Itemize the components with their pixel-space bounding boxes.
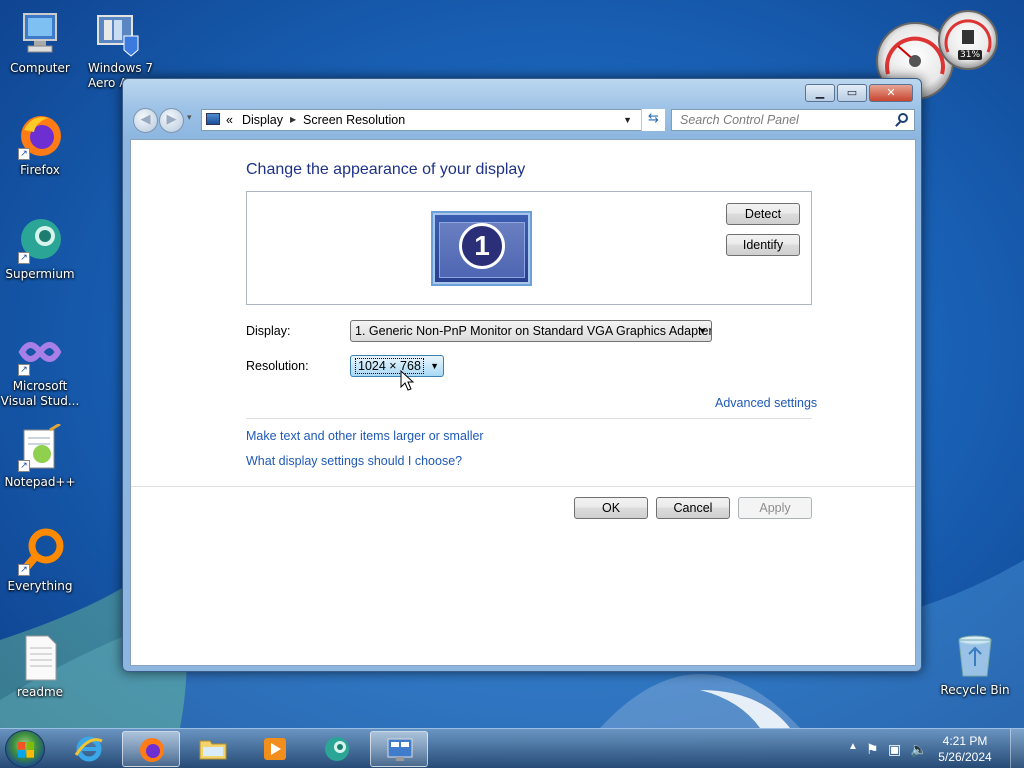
- apply-button[interactable]: Apply: [738, 497, 812, 519]
- navigation-bar: ◀ ▶ ▾ « Display ▶ Screen Resolution ▼ ⇆ …: [131, 107, 915, 133]
- computer-icon: [16, 10, 64, 58]
- desktop-icon-everything[interactable]: ↗ Everything: [0, 528, 80, 594]
- media-player-icon: [264, 738, 286, 760]
- search-icon[interactable]: [898, 113, 908, 123]
- volume-muted-icon[interactable]: 🔈: [910, 741, 927, 758]
- everything-icon: ↗: [16, 528, 64, 576]
- breadcrumb-screen-resolution[interactable]: Screen Resolution: [303, 110, 405, 130]
- show-desktop-button[interactable]: [1010, 729, 1024, 768]
- display-help-link[interactable]: What display settings should I choose?: [246, 454, 462, 468]
- supermium-icon: [325, 737, 349, 761]
- maximize-button[interactable]: ▭: [837, 84, 867, 102]
- breadcrumb-display[interactable]: Display: [242, 110, 283, 130]
- recycle-bin-icon: [951, 632, 999, 680]
- monitor-number: 1: [459, 223, 505, 269]
- desktop-icon-computer[interactable]: Computer: [0, 10, 80, 76]
- desktop-icon-label: Supermium: [5, 267, 75, 281]
- advanced-settings-link[interactable]: Advanced settings: [715, 396, 817, 410]
- resolution-label: Resolution:: [246, 359, 309, 373]
- clock[interactable]: 4:21 PM 5/26/2024: [930, 733, 1000, 765]
- desktop-icon-firefox[interactable]: ↗ Firefox: [0, 112, 80, 178]
- cpu-meter-value: 31%: [958, 50, 983, 60]
- desktop-icon-label: Notepad++: [4, 475, 76, 489]
- desktop-icon-label: readme: [16, 685, 64, 699]
- address-bar[interactable]: « Display ▶ Screen Resolution ▼: [201, 109, 665, 131]
- address-overflow[interactable]: «: [226, 110, 233, 130]
- mouse-cursor-icon: [400, 370, 414, 391]
- desktop-icon-recycle-bin[interactable]: Recycle Bin: [935, 632, 1015, 698]
- shortcut-arrow-icon: ↗: [18, 148, 30, 160]
- cancel-button[interactable]: Cancel: [656, 497, 730, 519]
- forward-button[interactable]: ▶: [159, 108, 184, 133]
- desktop-icon-readme[interactable]: readme: [0, 634, 80, 700]
- shortcut-arrow-icon: ↗: [18, 364, 30, 376]
- text-file-icon: [16, 634, 64, 682]
- desktop-icon-label: Computer: [10, 61, 70, 75]
- back-button[interactable]: ◀: [133, 108, 158, 133]
- monitor-preview[interactable]: 1: [431, 211, 532, 286]
- ok-button[interactable]: OK: [574, 497, 648, 519]
- shortcut-arrow-icon: ↗: [18, 460, 30, 472]
- divider: [246, 418, 812, 419]
- screen-resolution-window: ▁ ▭ ✕ ◀ ▶ ▾ « Display ▶ Screen Resolutio…: [122, 78, 922, 672]
- cpu-meter-gadget[interactable]: 31%: [938, 10, 998, 70]
- windows-aero-icon: [94, 10, 142, 58]
- resolution-select[interactable]: 1024 × 768 ▼: [350, 355, 444, 377]
- desktop-icon-label: Everything: [7, 579, 73, 593]
- start-button[interactable]: [5, 730, 45, 768]
- clock-time: 4:21 PM: [942, 734, 988, 748]
- content-pane: Change the appearance of your display 1 …: [130, 139, 916, 666]
- recent-pages-dropdown[interactable]: ▾: [187, 113, 197, 123]
- window-controls: ▁ ▭ ✕: [803, 84, 913, 102]
- button-row-divider: [131, 486, 915, 487]
- desktop-icon-notepadpp[interactable]: ↗ Notepad++: [0, 422, 80, 490]
- search-placeholder: Search Control Panel: [680, 113, 799, 127]
- control-panel-icon: [387, 738, 413, 761]
- taskbar-explorer[interactable]: [184, 731, 242, 767]
- address-dropdown-icon[interactable]: ▼: [623, 110, 632, 130]
- shortcut-arrow-icon: ↗: [18, 564, 30, 576]
- desktop-icon-label: Recycle Bin: [940, 683, 1010, 697]
- taskbar-control-panel[interactable]: [370, 731, 428, 767]
- action-center-flag-icon[interactable]: ⚑: [866, 741, 879, 758]
- refresh-button[interactable]: ⇆: [641, 109, 665, 131]
- minimize-button[interactable]: ▁: [805, 84, 835, 102]
- firefox-icon: ↗: [16, 112, 64, 160]
- taskbar-supermium[interactable]: [308, 731, 366, 767]
- shortcut-arrow-icon: ↗: [18, 252, 30, 264]
- ie-icon: [74, 736, 103, 762]
- detect-button[interactable]: Detect: [726, 203, 800, 225]
- search-input[interactable]: Search Control Panel: [671, 109, 915, 131]
- desktop-icon-label: Microsoft Visual Stud...: [0, 379, 80, 408]
- taskbar-firefox[interactable]: [122, 731, 180, 767]
- desktop-icon-visual-studio[interactable]: ↗ Microsoft Visual Stud...: [0, 328, 80, 409]
- network-icon[interactable]: ▣: [888, 741, 901, 758]
- taskbar: ▲ ⚑ ▣ 🔈 4:21 PM 5/26/2024: [0, 728, 1024, 768]
- supermium-icon: ↗: [16, 216, 64, 264]
- notification-area: ▲ ⚑ ▣ 🔈 4:21 PM 5/26/2024: [844, 729, 1024, 768]
- visual-studio-icon: ↗: [16, 328, 64, 376]
- folder-icon: [199, 740, 227, 760]
- display-select[interactable]: 1. Generic Non-PnP Monitor on Standard V…: [350, 320, 712, 342]
- desktop-icon-supermium[interactable]: ↗ Supermium: [0, 216, 80, 282]
- close-button[interactable]: ✕: [869, 84, 913, 102]
- identify-button[interactable]: Identify: [726, 234, 800, 256]
- taskbar-internet-explorer[interactable]: [60, 731, 118, 767]
- chevron-down-icon: ▼: [430, 361, 439, 371]
- clock-date: 5/26/2024: [938, 750, 992, 764]
- taskbar-media-player[interactable]: [246, 731, 304, 767]
- desktop-icon-label: Firefox: [20, 163, 60, 177]
- firefox-icon: [140, 738, 164, 762]
- display-preview-area: 1 Detect Identify: [246, 191, 812, 305]
- text-size-link[interactable]: Make text and other items larger or smal…: [246, 429, 484, 443]
- notepadpp-icon: ↗: [16, 422, 64, 472]
- page-title: Change the appearance of your display: [246, 161, 526, 178]
- show-hidden-icons-icon[interactable]: ▲: [848, 741, 858, 752]
- chevron-down-icon: ▼: [698, 326, 707, 336]
- windows-logo-icon: [18, 742, 34, 758]
- control-panel-icon: [206, 113, 220, 125]
- display-label: Display:: [246, 324, 291, 338]
- breadcrumb-separator-icon[interactable]: ▶: [290, 110, 296, 130]
- display-select-value: 1. Generic Non-PnP Monitor on Standard V…: [355, 324, 712, 338]
